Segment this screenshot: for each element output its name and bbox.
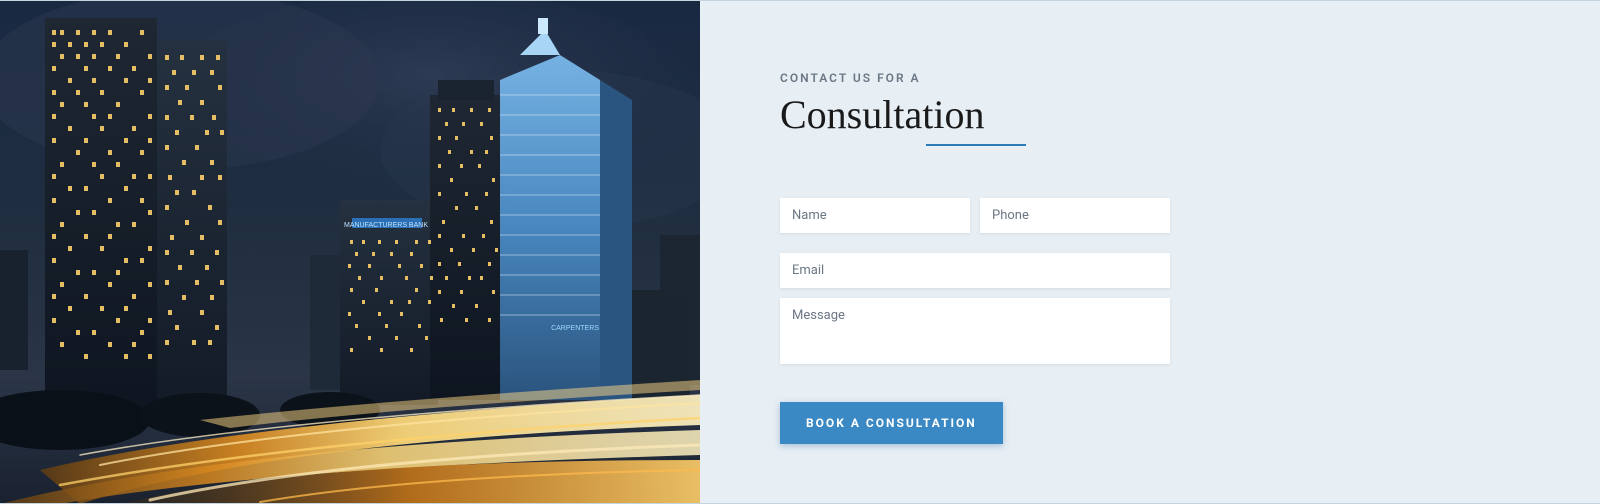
name-input[interactable] bbox=[780, 198, 970, 233]
email-input[interactable] bbox=[780, 253, 1170, 288]
section-heading: Consultation bbox=[780, 91, 984, 138]
phone-input[interactable] bbox=[980, 198, 1170, 233]
section-eyebrow: CONTACT US FOR A bbox=[780, 71, 1500, 85]
submit-button[interactable]: BOOK A CONSULTATION bbox=[780, 402, 1003, 444]
consultation-form: BOOK A CONSULTATION bbox=[780, 198, 1170, 444]
contact-form-panel: CONTACT US FOR A Consultation BOOK A CON… bbox=[700, 1, 1600, 503]
hero-image: MANUFACTURERS BANK bbox=[0, 1, 700, 503]
svg-text:CARPENTERS: CARPENTERS bbox=[551, 325, 599, 332]
svg-text:MANUFACTURERS BANK: MANUFACTURERS BANK bbox=[344, 222, 428, 229]
message-input[interactable] bbox=[780, 298, 1170, 364]
